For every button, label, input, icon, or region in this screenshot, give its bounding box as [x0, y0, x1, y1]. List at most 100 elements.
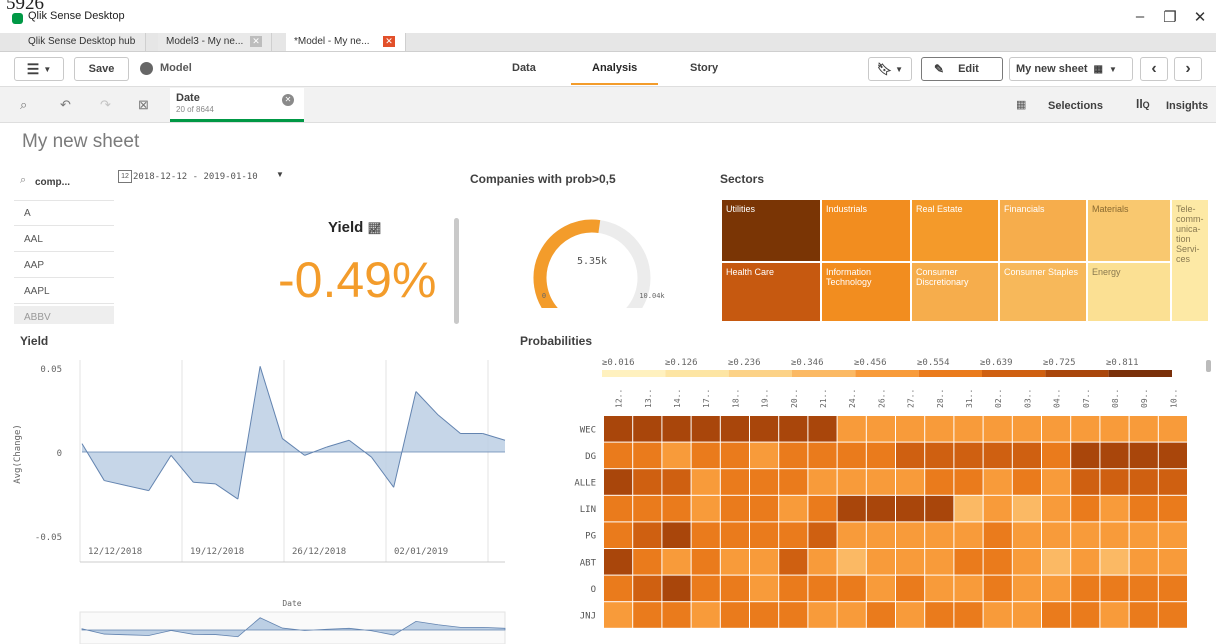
heatmap-cell[interactable] — [925, 522, 954, 548]
heatmap-cell[interactable] — [925, 416, 954, 442]
heatmap-cell[interactable] — [750, 575, 779, 602]
heatmap-cell[interactable] — [1129, 469, 1158, 495]
heatmap-cell[interactable] — [1129, 549, 1158, 575]
heatmap-cell[interactable] — [837, 522, 866, 548]
treemap-cell[interactable]: Industrials — [822, 200, 910, 261]
tab-analysis[interactable]: Analysis — [592, 62, 637, 74]
heatmap-cell[interactable] — [662, 602, 691, 628]
heatmap-cell[interactable] — [1100, 575, 1129, 602]
heatmap-cell[interactable] — [896, 522, 925, 548]
heatmap-cell[interactable] — [779, 495, 808, 522]
heatmap-cell[interactable] — [662, 469, 691, 495]
restore-icon[interactable]: ❐ — [1160, 8, 1180, 26]
heatmap-cell[interactable] — [808, 602, 837, 628]
heatmap-cell[interactable] — [1100, 522, 1129, 548]
global-menu-button[interactable]: ☰ ▼ — [14, 57, 64, 81]
heatmap-cell[interactable] — [1012, 549, 1041, 575]
heatmap-cell[interactable] — [1042, 575, 1071, 602]
treemap-cell[interactable]: Materials — [1088, 200, 1170, 261]
heatmap-cell[interactable] — [633, 416, 662, 442]
heatmap-cell[interactable] — [662, 416, 691, 442]
heatmap-cell[interactable] — [954, 575, 983, 602]
scrollbar[interactable] — [454, 218, 459, 324]
tab-hub[interactable]: Qlik Sense Desktop hub — [20, 33, 146, 51]
heatmap-cell[interactable] — [750, 495, 779, 522]
heatmap-cell[interactable] — [925, 495, 954, 522]
heatmap-cell[interactable] — [720, 602, 749, 628]
close-tab-icon[interactable]: ✕ — [383, 36, 395, 47]
heatmap-cell[interactable] — [1158, 602, 1187, 628]
heatmap-cell[interactable] — [983, 522, 1012, 548]
heatmap-cell[interactable] — [691, 442, 720, 469]
heatmap-cell[interactable] — [633, 575, 662, 602]
heatmap-cell[interactable] — [1158, 522, 1187, 548]
heatmap-cell[interactable] — [925, 549, 954, 575]
heatmap-cell[interactable] — [983, 549, 1012, 575]
scrollbar-thumb[interactable] — [1206, 360, 1211, 372]
heatmap-cell[interactable] — [779, 549, 808, 575]
list-item[interactable]: AAL — [14, 228, 114, 252]
heatmap-cell[interactable] — [750, 442, 779, 469]
heatmap-cell[interactable] — [779, 469, 808, 495]
heatmap-cell[interactable] — [604, 495, 633, 522]
heatmap-cell[interactable] — [808, 522, 837, 548]
heatmap-cell[interactable] — [837, 495, 866, 522]
treemap-cell[interactable]: Tele-comm-unica-tion Servi-ces — [1172, 200, 1208, 321]
heatmap-cell[interactable] — [866, 602, 895, 628]
heatmap-cell[interactable] — [808, 442, 837, 469]
heatmap-cell[interactable] — [837, 416, 866, 442]
heatmap-cell[interactable] — [691, 549, 720, 575]
selections-button[interactable]: Selections — [1048, 100, 1103, 112]
treemap-cell[interactable]: Consumer Staples — [1000, 263, 1086, 321]
save-button[interactable]: Save — [74, 57, 129, 81]
heatmap-cell[interactable] — [1071, 495, 1100, 522]
heatmap-cell[interactable] — [925, 575, 954, 602]
tab-model[interactable]: *Model - My ne... ✕ — [286, 33, 406, 51]
heatmap-cell[interactable] — [1071, 549, 1100, 575]
sheet-selector[interactable]: My new sheet ▦ ▼ — [1009, 57, 1133, 81]
heatmap-cell[interactable] — [750, 549, 779, 575]
heatmap-cell[interactable] — [896, 416, 925, 442]
heatmap-cell[interactable] — [1012, 575, 1041, 602]
heatmap-cell[interactable] — [837, 469, 866, 495]
heatmap-cell[interactable] — [691, 416, 720, 442]
heatmap-cell[interactable] — [925, 602, 954, 628]
treemap-cell[interactable]: Financials — [1000, 200, 1086, 261]
heatmap-cell[interactable] — [720, 522, 749, 548]
step-forward-icon[interactable]: ↷ — [100, 97, 111, 113]
heatmap-cell[interactable] — [1129, 575, 1158, 602]
heatmap-cell[interactable] — [1158, 575, 1187, 602]
heatmap-cell[interactable] — [983, 442, 1012, 469]
heatmap-cell[interactable] — [1100, 442, 1129, 469]
heatmap-cell[interactable] — [837, 575, 866, 602]
heatmap-cell[interactable] — [691, 469, 720, 495]
probabilities-heatmap[interactable]: ≥0.016 ≥0.126 ≥0.236 ≥0.346 ≥0.456 ≥0.554 ≥0.6… — [512, 350, 1216, 644]
treemap-cell[interactable]: Energy — [1088, 263, 1170, 321]
heatmap-cell[interactable] — [691, 602, 720, 628]
step-back-icon[interactable]: ↶ — [60, 97, 71, 113]
heatmap-cell[interactable] — [1100, 549, 1129, 575]
heatmap-cell[interactable] — [633, 522, 662, 548]
heatmap-cell[interactable] — [1042, 442, 1071, 469]
heatmap-cell[interactable] — [1129, 495, 1158, 522]
heatmap-cell[interactable] — [1129, 522, 1158, 548]
heatmap-cell[interactable] — [896, 469, 925, 495]
heatmap-cell[interactable] — [1100, 495, 1129, 522]
heatmap-cell[interactable] — [604, 575, 633, 602]
heatmap-cell[interactable] — [866, 416, 895, 442]
heatmap-cell[interactable] — [1071, 602, 1100, 628]
heatmap-cell[interactable] — [633, 495, 662, 522]
heatmap-cell[interactable] — [750, 469, 779, 495]
heatmap-cell[interactable] — [954, 602, 983, 628]
heatmap-cell[interactable] — [837, 549, 866, 575]
heatmap-cell[interactable] — [896, 602, 925, 628]
heatmap-cell[interactable] — [1012, 602, 1041, 628]
heatmap-cell[interactable] — [983, 602, 1012, 628]
heatmap-cell[interactable] — [866, 522, 895, 548]
heatmap-cell[interactable] — [925, 442, 954, 469]
insights-button[interactable]: Insights — [1166, 100, 1208, 112]
heatmap-cell[interactable] — [1071, 522, 1100, 548]
heatmap-cell[interactable] — [896, 575, 925, 602]
heatmap-cell[interactable] — [1100, 416, 1129, 442]
clear-selection-icon[interactable]: ✕ — [282, 94, 294, 106]
